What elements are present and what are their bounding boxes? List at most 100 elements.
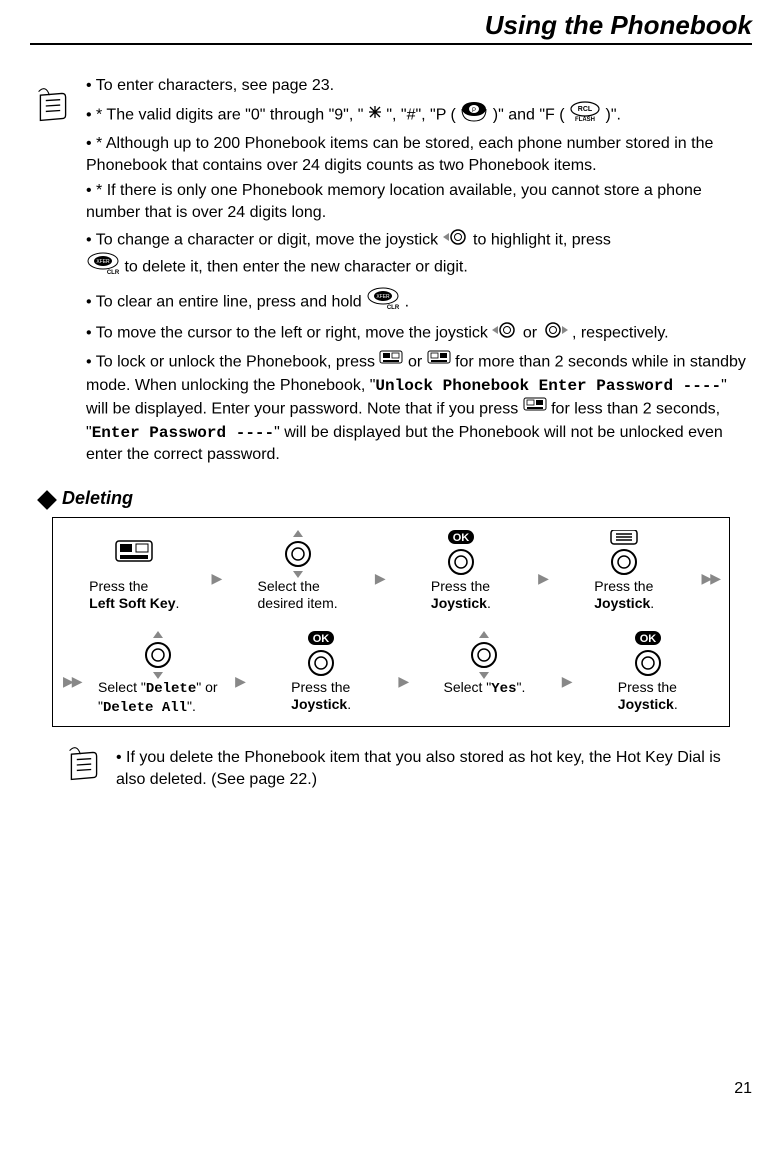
xfer-clr-key-icon: XFER CLR	[86, 252, 120, 283]
arrow-icon: ▶	[375, 556, 384, 587]
bullet-item: • To change a character or digit, move t…	[86, 228, 752, 283]
text: .	[650, 595, 654, 611]
bullet-item: • * If there is only one Phonebook memor…	[86, 180, 752, 223]
page-number: 21	[734, 1080, 752, 1098]
joystick-left-icon	[492, 321, 518, 346]
screen-text: Unlock Phonebook Enter Password ----	[375, 377, 721, 395]
bullet-item: • To move the cursor to the left or righ…	[86, 321, 752, 346]
step-2: Select thedesired item.	[226, 530, 369, 613]
text: .	[347, 696, 351, 712]
text: )".	[606, 106, 621, 123]
joystick-vertical-icon	[467, 631, 501, 679]
right-softkey-icon	[523, 397, 547, 422]
text: Joystick	[594, 595, 650, 611]
screen-text: Enter Password ----	[92, 424, 274, 442]
text: or	[523, 325, 542, 342]
step-6: OK Press theJoystick.	[250, 631, 393, 714]
arrow-icon: ▶	[562, 659, 571, 690]
step-5: Select "Delete" or"Delete All".	[87, 631, 230, 718]
joystick-right-icon	[542, 321, 568, 346]
svg-text:XFER: XFER	[376, 294, 390, 300]
section-heading: Deleting	[40, 488, 752, 509]
ok-joystick-icon: OK	[631, 631, 665, 679]
text: .	[674, 696, 678, 712]
arrow-icon: ▶	[212, 556, 221, 587]
text: Left Soft Key	[89, 595, 175, 611]
left-softkey-icon	[379, 350, 403, 375]
arrow-icon: ▶	[538, 556, 547, 587]
step-8: OK Press theJoystick.	[576, 631, 719, 714]
text: .	[175, 595, 179, 611]
bullet-item: • To enter characters, see page 23.	[86, 75, 752, 97]
arrow-icon: ▶	[235, 659, 244, 690]
text: .	[487, 595, 491, 611]
text: or	[408, 353, 427, 370]
bullet-item: • * Although up to 200 Phonebook items c…	[86, 133, 752, 176]
text: to highlight it, press	[473, 231, 611, 248]
menu-joystick-icon	[607, 530, 641, 578]
ok-joystick-icon: OK	[304, 631, 338, 679]
text: Press the	[594, 578, 653, 594]
text: Delete All	[103, 700, 187, 716]
final-note: • If you delete the Phonebook item that …	[66, 747, 732, 790]
text: Select "	[98, 679, 146, 695]
svg-text:XFER: XFER	[96, 259, 110, 265]
text: Delete	[146, 681, 196, 697]
text: Joystick	[291, 696, 347, 712]
joystick-vertical-icon	[281, 530, 315, 578]
continue-arrow-icon: ▶▶	[701, 556, 719, 587]
right-softkey-icon	[427, 350, 451, 375]
svg-text:CLR: CLR	[387, 305, 400, 311]
text: ".	[187, 698, 196, 714]
flash-key-icon: RCLFLASH	[569, 101, 601, 130]
text: Yes	[491, 681, 516, 697]
svg-text:FLASH: FLASH	[575, 117, 595, 123]
steps-box: Press theLeft Soft Key. ▶ Select thedesi…	[52, 517, 730, 727]
text: to delete it, then enter the new charact…	[124, 259, 467, 276]
text: " or	[196, 679, 217, 695]
xfer-clr-key-icon: XFER CLR	[366, 287, 400, 318]
continue-arrow-icon: ▶▶	[63, 659, 81, 690]
joystick-left-icon	[443, 228, 469, 253]
text: Joystick	[431, 595, 487, 611]
text: Select "	[444, 679, 492, 695]
arrow-icon: ▶	[398, 659, 407, 690]
text: Press the	[431, 578, 490, 594]
diamond-bullet-icon	[37, 490, 57, 510]
page-header: Using the Phonebook	[30, 10, 752, 45]
text: • To change a character or digit, move t…	[86, 231, 443, 248]
ok-joystick-icon: OK	[444, 530, 478, 578]
text: • To lock or unlock the Phonebook, press	[86, 353, 379, 370]
left-softkey-icon	[114, 530, 154, 578]
bullet-item: • To clear an entire line, press and hol…	[86, 287, 752, 318]
step-4: Press theJoystick.	[553, 530, 696, 613]
text: ".	[517, 679, 526, 695]
bullet-item: • To lock or unlock the Phonebook, press…	[86, 350, 752, 466]
svg-text:OK: OK	[313, 633, 330, 645]
text: Press the	[291, 679, 350, 695]
step-1: Press theLeft Soft Key.	[63, 530, 206, 613]
step-7: Select "Yes".	[413, 631, 556, 699]
pause-key-icon: P	[460, 101, 488, 130]
text: desired item.	[258, 595, 338, 611]
text: • To move the cursor to the left or righ…	[86, 325, 492, 342]
text: )" and "F (	[493, 106, 565, 123]
bullet-list: • To enter characters, see page 23. • * …	[86, 75, 752, 466]
text: Joystick	[618, 696, 674, 712]
svg-text:CLR: CLR	[107, 270, 120, 276]
text: • To clear an entire line, press and hol…	[86, 293, 366, 310]
step-3: OK Press theJoystick.	[390, 530, 533, 613]
svg-text:OK: OK	[640, 633, 657, 645]
note-icon	[35, 88, 71, 129]
joystick-vertical-icon	[141, 631, 175, 679]
text: • * The valid digits are "0" through "9"…	[86, 106, 368, 123]
text: ", "#", "P (	[386, 106, 456, 123]
text: Select the	[258, 578, 320, 594]
final-note-text: • If you delete the Phonebook item that …	[116, 747, 732, 790]
section-title: Deleting	[62, 488, 133, 509]
text: Press the	[618, 679, 677, 695]
text: , respectively.	[572, 325, 669, 342]
svg-text:P: P	[472, 108, 476, 114]
text: Press the	[89, 578, 148, 594]
svg-text:OK: OK	[453, 532, 470, 544]
